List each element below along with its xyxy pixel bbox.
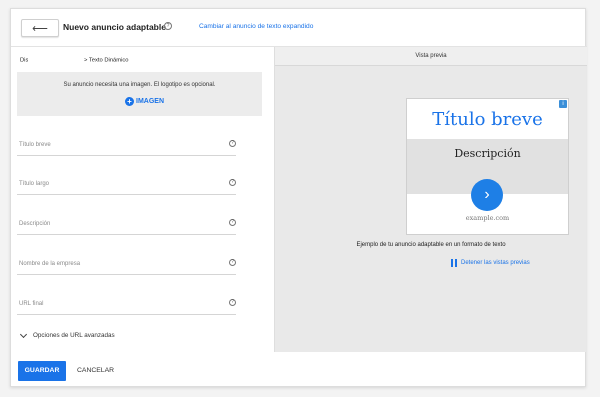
stop-previews-label: Detener las vistas previas [461, 260, 530, 266]
editor-header: ⟵ Nuevo anuncio adaptable ? Cambiar al a… [11, 9, 587, 47]
long-title-label: Título largo [19, 181, 50, 187]
ad-preview-title: Título breve [432, 109, 543, 130]
stop-previews-link[interactable]: Detener las vistas previas [451, 259, 530, 267]
ad-editor-card: ⟵ Nuevo anuncio adaptable ? Cambiar al a… [10, 8, 587, 388]
business-name-input[interactable]: Nombre de la empresa ? [17, 259, 236, 275]
help-icon[interactable]: ? [164, 22, 172, 30]
chevron-down-icon [19, 330, 28, 339]
business-name-label: Nombre de la empresa [19, 261, 81, 267]
help-icon[interactable]: ? [229, 259, 236, 266]
advanced-url-options-label: Opciones de URL avanzadas [33, 332, 115, 339]
arrow-left-icon: ⟵ [32, 22, 48, 35]
breadcrumb-start: Dis [20, 57, 29, 64]
help-icon[interactable]: ? [229, 219, 236, 226]
advanced-url-options-toggle[interactable]: Opciones de URL avanzadas [19, 330, 115, 339]
final-url-label: URL final [19, 301, 44, 307]
adchoices-icon[interactable]: i [559, 100, 567, 108]
breadcrumb: Dis > Texto Dinámico [20, 57, 129, 64]
switch-ad-type-link[interactable]: Cambiar al anuncio de texto expandido [199, 23, 313, 30]
back-button[interactable]: ⟵ [21, 19, 59, 37]
description-input[interactable]: Descripción ? [17, 219, 236, 235]
add-image-button[interactable]: + IMAGEN [125, 97, 164, 106]
short-title-label: Título breve [19, 142, 51, 148]
preview-header: Vista previa [275, 47, 587, 66]
add-image-label: IMAGEN [136, 98, 164, 105]
page-title: Nuevo anuncio adaptable [63, 22, 166, 32]
preview-caption: Ejemplo de tu anuncio adaptable en un fo… [356, 242, 506, 248]
save-button[interactable]: GUARDAR [18, 361, 66, 381]
description-label: Descripción [19, 221, 51, 227]
preview-panel: Vista previa i Título breve Descripción … [274, 47, 587, 352]
image-requirement-message: Su anuncio necesita una imagen. El logot… [63, 82, 216, 88]
image-upload-area: Su anuncio necesita una imagen. El logot… [17, 72, 262, 116]
redacted-text [28, 57, 83, 63]
short-title-input[interactable]: Título breve ? [17, 140, 236, 156]
ad-form-panel: Dis > Texto Dinámico Su anuncio necesita… [11, 47, 274, 352]
cancel-button[interactable]: CANCELAR [77, 367, 114, 374]
long-title-input[interactable]: Título largo ? [17, 179, 236, 195]
help-icon[interactable]: ? [229, 140, 236, 147]
pause-icon [451, 259, 457, 267]
breadcrumb-end: > Texto Dinámico [84, 57, 129, 64]
chevron-right-icon[interactable]: › [471, 179, 503, 211]
ad-preview: i Título breve Descripción › example.com [406, 98, 569, 235]
help-icon[interactable]: ? [229, 299, 236, 306]
ad-preview-url: example.com [465, 214, 510, 222]
form-footer: GUARDAR CANCELAR [11, 352, 587, 388]
final-url-input[interactable]: URL final ? [17, 299, 236, 315]
plus-icon: + [125, 97, 134, 106]
help-icon[interactable]: ? [229, 179, 236, 186]
